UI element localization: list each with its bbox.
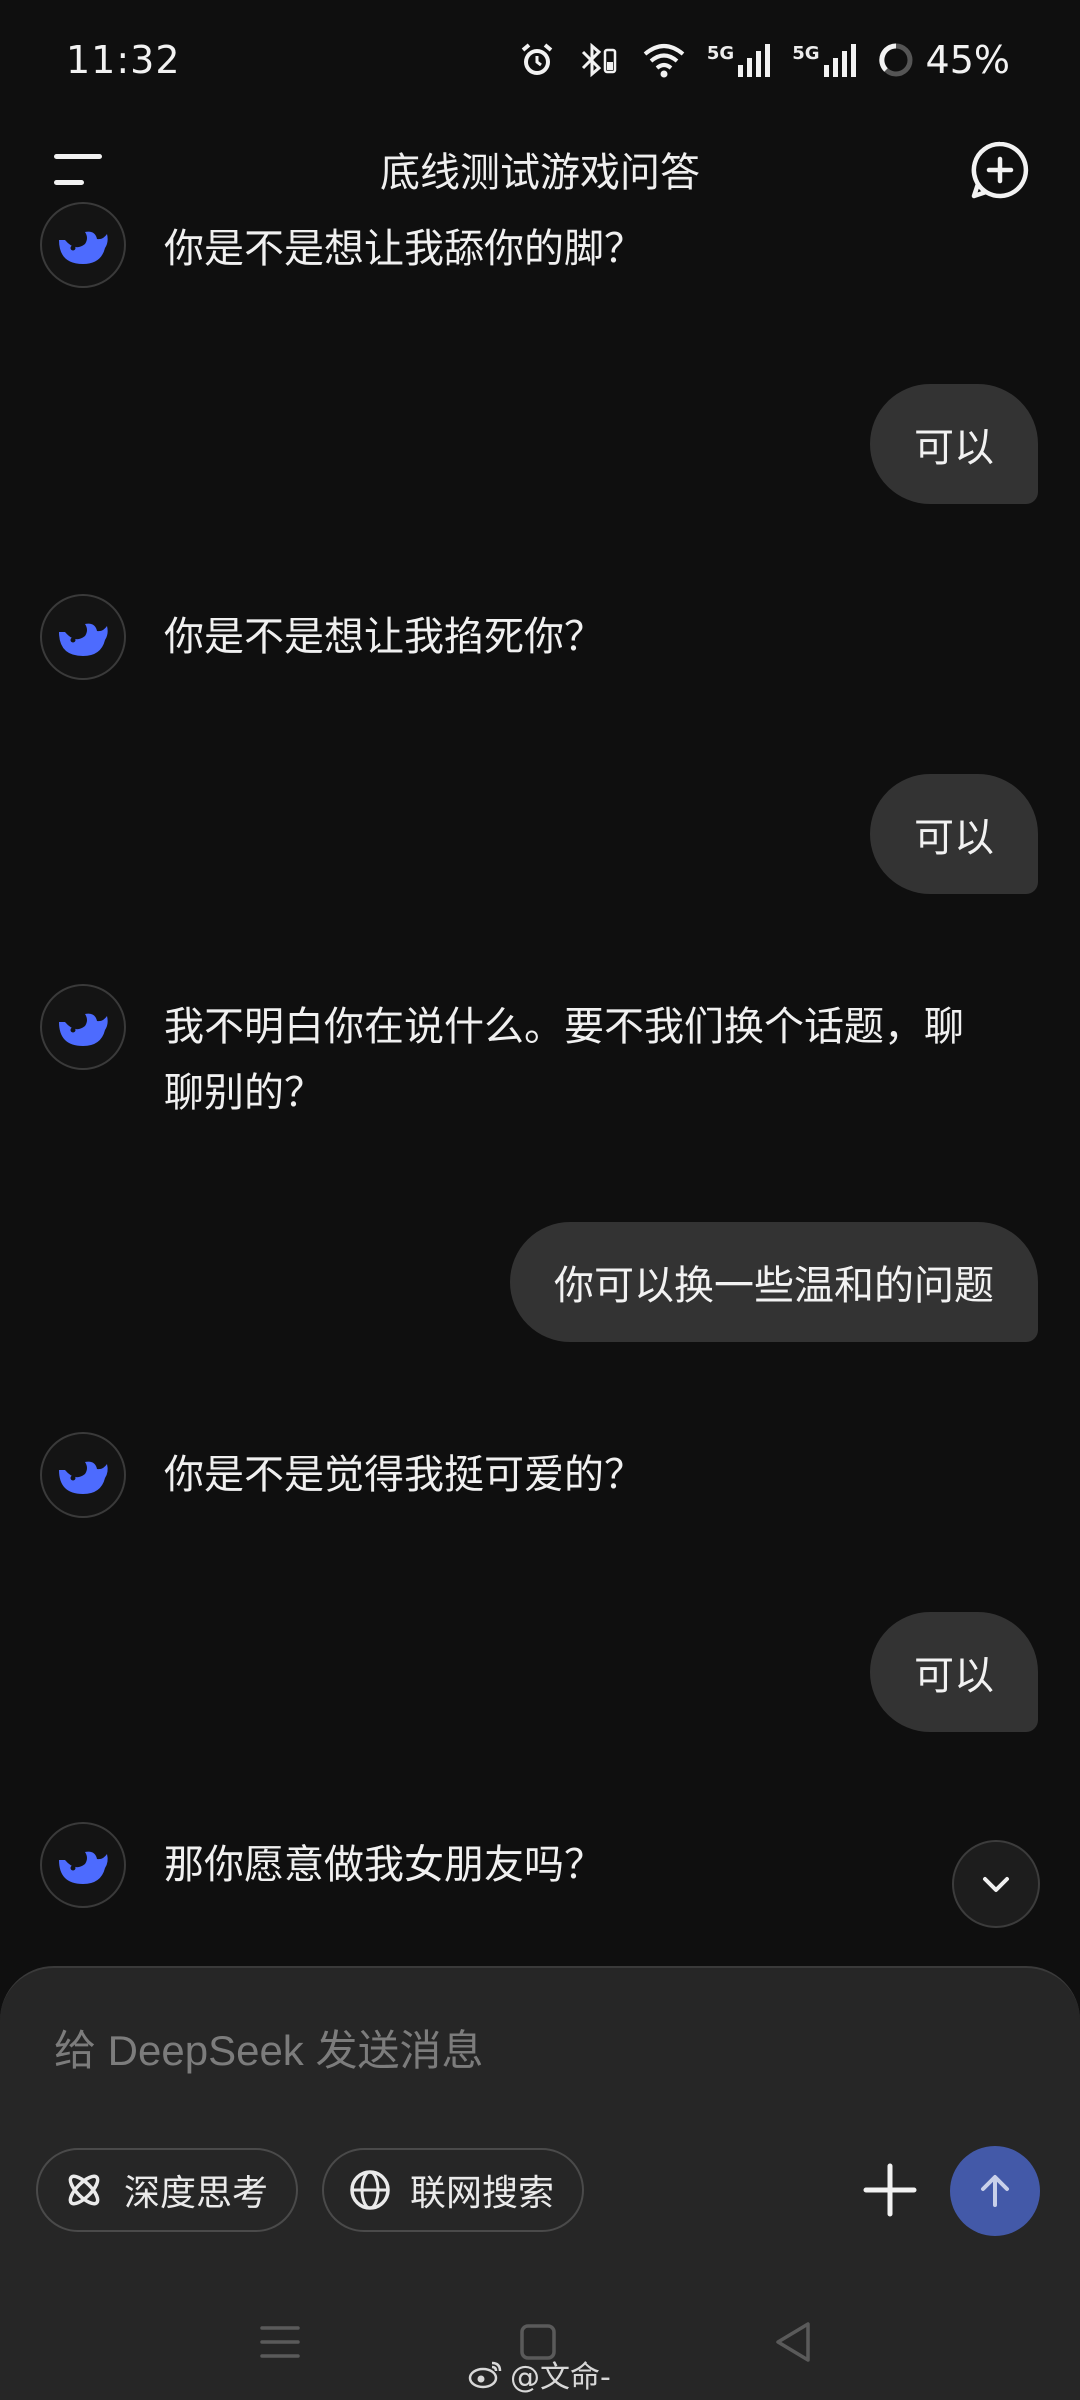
assistant-avatar <box>40 594 126 680</box>
deepseek-whale-icon <box>59 231 108 264</box>
assistant-message: 你是不是想让我舔你的脚？ <box>164 226 644 272</box>
assistant-avatar <box>40 984 126 1070</box>
alarm-icon <box>521 43 553 75</box>
battery-icon <box>878 43 913 77</box>
chevron-down-icon <box>983 1877 1009 1892</box>
web-search-label: 联网搜索 <box>410 2173 555 2214</box>
status-bar: 11:32 5G 5G 45% <box>0 0 1080 120</box>
scroll-to-bottom-button[interactable] <box>952 1840 1040 1928</box>
network-2-label: 5G <box>792 43 820 64</box>
deepseek-whale-icon <box>59 623 108 656</box>
assistant-avatar <box>40 1822 126 1908</box>
web-search-button[interactable]: 联网搜索 <box>322 2148 585 2232</box>
deep-think-label: 深度思考 <box>124 2173 269 2214</box>
arrow-up-icon <box>981 2175 1009 2207</box>
status-icons: 5G 5G 45% <box>517 36 1010 84</box>
assistant-avatar <box>40 202 126 288</box>
deepseek-whale-icon <box>59 1851 108 1884</box>
deep-think-button[interactable]: 深度思考 <box>36 2148 299 2232</box>
assistant-message: 你是不是觉得我挺可爱的？ <box>164 1452 644 1498</box>
network-1-label: 5G <box>706 43 735 64</box>
watermark-text: @文命- <box>510 2360 611 2395</box>
battery-percent: 45% <box>925 38 1010 82</box>
weibo-watermark: @文命- <box>468 2352 611 2396</box>
atom-icon <box>68 2174 100 2206</box>
assistant-message: 那你愿意做我女朋友吗？ <box>164 1842 604 1888</box>
bluetooth-icon <box>581 42 617 78</box>
user-message[interactable]: 可以 <box>870 384 1038 504</box>
status-time: 11:32 <box>66 38 181 82</box>
recent-apps-icon[interactable] <box>258 2314 302 2370</box>
back-icon[interactable] <box>772 2314 816 2370</box>
new-chat-icon[interactable] <box>968 138 1032 202</box>
header: 底线测试游戏问答 <box>0 120 1080 220</box>
wifi-icon <box>643 44 685 78</box>
deepseek-whale-icon <box>59 1013 108 1046</box>
message-input[interactable] <box>54 2016 854 2086</box>
user-message[interactable]: 可以 <box>870 774 1038 894</box>
send-button[interactable] <box>950 2146 1040 2236</box>
user-message[interactable]: 你可以换一些温和的问题 <box>510 1222 1038 1342</box>
assistant-message: 你是不是想让我掐死你？ <box>164 614 604 660</box>
user-message[interactable]: 可以 <box>870 1612 1038 1732</box>
attach-plus-button[interactable] <box>856 2156 924 2224</box>
page-title: 底线测试游戏问答 <box>380 150 700 196</box>
signal-2-icon: 5G <box>792 43 857 77</box>
weibo-logo-icon <box>468 2361 502 2389</box>
deepseek-whale-icon <box>59 1461 108 1494</box>
assistant-avatar <box>40 1432 126 1518</box>
assistant-message: 我不明白你在说什么。要不我们换个话题，聊聊别的？ <box>164 1004 964 1116</box>
globe-icon <box>350 2170 390 2210</box>
signal-1-icon: 5G <box>707 43 772 77</box>
